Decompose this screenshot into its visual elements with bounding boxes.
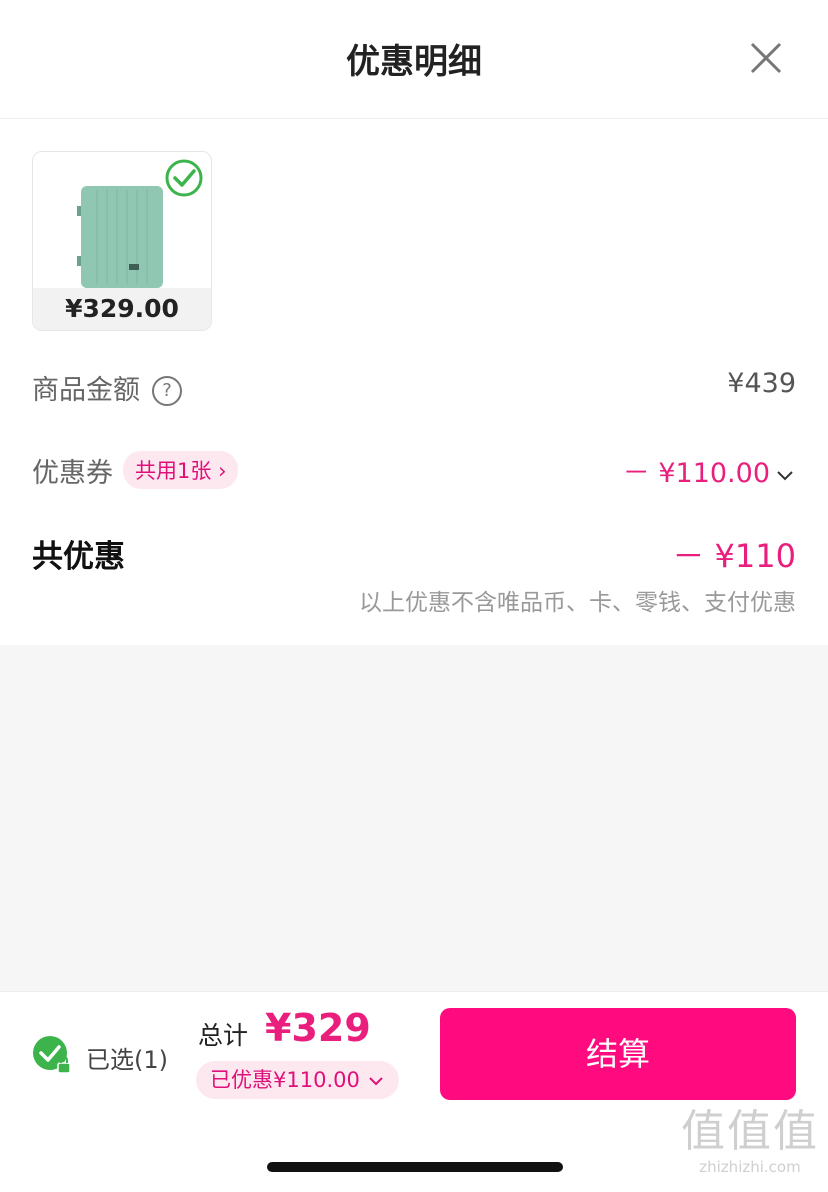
coupon-count-pill[interactable]: 共用1张 › — [123, 451, 239, 489]
total-discount-label: 共优惠 — [32, 539, 125, 575]
goods-amount-label: 商品金额 — [32, 375, 140, 406]
watermark-logo: 值值值 — [681, 1106, 819, 1157]
selected-check-icon[interactable] — [32, 1035, 72, 1075]
header: 优惠明细 — [0, 0, 828, 119]
watermark-site: zhizhizhi.com — [699, 1158, 801, 1176]
total-discount-row: 共优惠 － ¥110 — [32, 531, 796, 575]
goods-amount-row: 商品金额? ¥439 — [32, 368, 796, 408]
saved-pill[interactable]: 已优惠¥110.00 — [196, 1061, 399, 1099]
total-label: 总计 — [198, 1021, 249, 1050]
help-icon[interactable]: ? — [152, 376, 182, 406]
discount-note: 以上优惠不含唯品币、卡、零钱、支付优惠 — [359, 590, 796, 616]
selected-count: 已选(1) — [86, 1046, 168, 1074]
total-amount: ¥329 — [265, 1006, 371, 1050]
total-discount-value: － ¥110 — [672, 537, 796, 575]
chevron-down-icon — [368, 1077, 383, 1086]
close-icon[interactable] — [744, 36, 788, 80]
goods-amount-value: ¥439 — [727, 368, 796, 399]
chevron-down-icon — [777, 470, 793, 480]
coupon-label: 优惠券 — [32, 458, 113, 489]
chevron-right-icon: › — [218, 459, 227, 483]
coupon-row[interactable]: 优惠券 共用1张 › － ¥110.00 — [32, 451, 796, 491]
discount-detail-sheet: 优惠明细 ¥329.00 商品金额? ¥439 优惠券共用1张 › － ¥11 — [0, 0, 828, 645]
home-indicator — [267, 1162, 563, 1172]
watermark: 值值值 zhizhizhi.com — [676, 1106, 824, 1186]
checkout-button[interactable]: 结算 — [440, 1008, 796, 1100]
check-circle-icon[interactable] — [164, 158, 204, 198]
suitcase-image — [77, 186, 163, 288]
product-price: ¥329.00 — [33, 288, 211, 330]
page-title: 优惠明细 — [346, 42, 482, 82]
coupon-value[interactable]: － ¥110.00 — [623, 451, 796, 490]
